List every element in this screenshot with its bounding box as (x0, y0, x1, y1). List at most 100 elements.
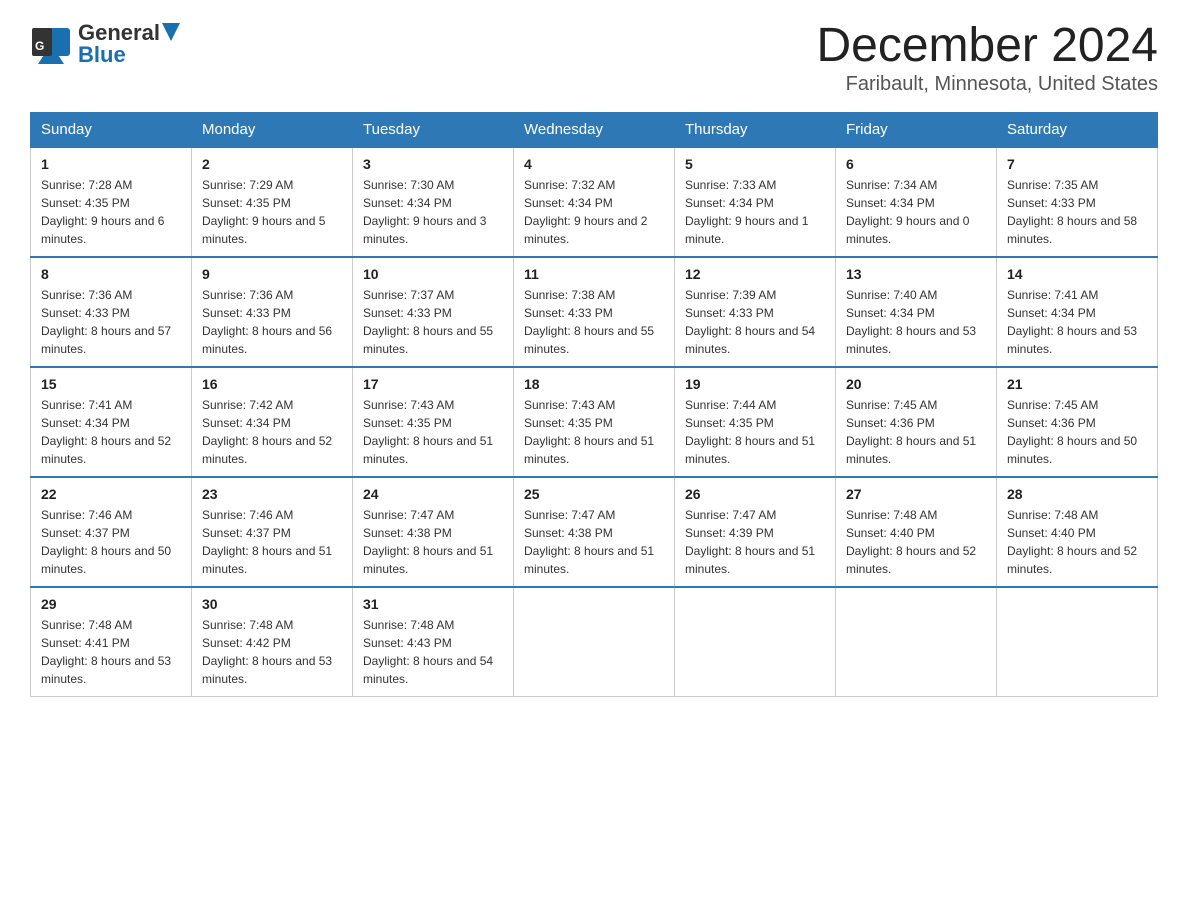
day-info: Sunrise: 7:46 AMSunset: 4:37 PMDaylight:… (202, 506, 342, 578)
calendar-empty-cell (836, 587, 997, 697)
day-number: 15 (41, 376, 181, 392)
calendar-header: SundayMondayTuesdayWednesdayThursdayFrid… (31, 112, 1158, 147)
calendar-day-cell: 30 Sunrise: 7:48 AMSunset: 4:42 PMDayligh… (192, 587, 353, 697)
day-number: 24 (363, 486, 503, 502)
calendar-day-cell: 13 Sunrise: 7:40 AMSunset: 4:34 PMDayligh… (836, 257, 997, 367)
day-info: Sunrise: 7:34 AMSunset: 4:34 PMDaylight:… (846, 176, 986, 248)
weekday-header-sunday: Sunday (31, 112, 192, 147)
logo-icon: G (30, 26, 72, 68)
day-info: Sunrise: 7:48 AMSunset: 4:42 PMDaylight:… (202, 616, 342, 688)
day-info: Sunrise: 7:43 AMSunset: 4:35 PMDaylight:… (524, 396, 664, 468)
day-info: Sunrise: 7:48 AMSunset: 4:40 PMDaylight:… (846, 506, 986, 578)
day-info: Sunrise: 7:48 AMSunset: 4:40 PMDaylight:… (1007, 506, 1147, 578)
day-info: Sunrise: 7:43 AMSunset: 4:35 PMDaylight:… (363, 396, 503, 468)
calendar-day-cell: 22 Sunrise: 7:46 AMSunset: 4:37 PMDayligh… (31, 477, 192, 587)
day-number: 25 (524, 486, 664, 502)
day-number: 8 (41, 266, 181, 282)
calendar-week-row: 29 Sunrise: 7:48 AMSunset: 4:41 PMDayligh… (31, 587, 1158, 697)
day-number: 1 (41, 156, 181, 172)
calendar-day-cell: 17 Sunrise: 7:43 AMSunset: 4:35 PMDayligh… (353, 367, 514, 477)
calendar-day-cell: 26 Sunrise: 7:47 AMSunset: 4:39 PMDayligh… (675, 477, 836, 587)
day-number: 14 (1007, 266, 1147, 282)
day-number: 6 (846, 156, 986, 172)
day-info: Sunrise: 7:30 AMSunset: 4:34 PMDaylight:… (363, 176, 503, 248)
day-info: Sunrise: 7:35 AMSunset: 4:33 PMDaylight:… (1007, 176, 1147, 248)
logo-triangle-icon (162, 23, 180, 41)
calendar-table: SundayMondayTuesdayWednesdayThursdayFrid… (30, 112, 1158, 698)
calendar-day-cell: 21Sunrise: 7:45 AMSunset: 4:36 PMDayligh… (997, 367, 1158, 477)
weekday-header-thursday: Thursday (675, 112, 836, 147)
day-number: 12 (685, 266, 825, 282)
svg-text:G: G (35, 39, 44, 53)
calendar-day-cell: 28 Sunrise: 7:48 AMSunset: 4:40 PMDayligh… (997, 477, 1158, 587)
day-info: Sunrise: 7:39 AMSunset: 4:33 PMDaylight:… (685, 286, 825, 358)
calendar-day-cell: 24Sunrise: 7:47 AMSunset: 4:38 PMDayligh… (353, 477, 514, 587)
logo: G General Blue (30, 20, 180, 68)
day-info: Sunrise: 7:48 AMSunset: 4:41 PMDaylight:… (41, 616, 181, 688)
location-title: Faribault, Minnesota, United States (816, 73, 1158, 96)
calendar-day-cell: 9 Sunrise: 7:36 AMSunset: 4:33 PMDaylight… (192, 257, 353, 367)
calendar-day-cell: 5Sunrise: 7:33 AMSunset: 4:34 PMDaylight… (675, 147, 836, 257)
day-info: Sunrise: 7:44 AMSunset: 4:35 PMDaylight:… (685, 396, 825, 468)
day-number: 2 (202, 156, 342, 172)
calendar-week-row: 22 Sunrise: 7:46 AMSunset: 4:37 PMDayligh… (31, 477, 1158, 587)
calendar-day-cell: 3Sunrise: 7:30 AMSunset: 4:34 PMDaylight… (353, 147, 514, 257)
day-number: 18 (524, 376, 664, 392)
day-number: 21 (1007, 376, 1147, 392)
day-number: 9 (202, 266, 342, 282)
day-number: 17 (363, 376, 503, 392)
day-info: Sunrise: 7:41 AMSunset: 4:34 PMDaylight:… (1007, 286, 1147, 358)
day-info: Sunrise: 7:28 AMSunset: 4:35 PMDaylight:… (41, 176, 181, 248)
day-info: Sunrise: 7:40 AMSunset: 4:34 PMDaylight:… (846, 286, 986, 358)
day-info: Sunrise: 7:46 AMSunset: 4:37 PMDaylight:… (41, 506, 181, 578)
calendar-day-cell: 29 Sunrise: 7:48 AMSunset: 4:41 PMDayligh… (31, 587, 192, 697)
day-number: 10 (363, 266, 503, 282)
calendar-week-row: 1 Sunrise: 7:28 AMSunset: 4:35 PMDaylight… (31, 147, 1158, 257)
calendar-day-cell: 1 Sunrise: 7:28 AMSunset: 4:35 PMDaylight… (31, 147, 192, 257)
day-info: Sunrise: 7:29 AMSunset: 4:35 PMDaylight:… (202, 176, 342, 248)
calendar-empty-cell (514, 587, 675, 697)
month-title: December 2024 (816, 20, 1158, 73)
calendar-day-cell: 12 Sunrise: 7:39 AMSunset: 4:33 PMDayligh… (675, 257, 836, 367)
day-number: 26 (685, 486, 825, 502)
day-info: Sunrise: 7:47 AMSunset: 4:38 PMDaylight:… (524, 506, 664, 578)
day-info: Sunrise: 7:42 AMSunset: 4:34 PMDaylight:… (202, 396, 342, 468)
weekday-header-monday: Monday (192, 112, 353, 147)
day-number: 22 (41, 486, 181, 502)
calendar-day-cell: 18 Sunrise: 7:43 AMSunset: 4:35 PMDayligh… (514, 367, 675, 477)
day-number: 29 (41, 596, 181, 612)
day-info: Sunrise: 7:47 AMSunset: 4:39 PMDaylight:… (685, 506, 825, 578)
day-info: Sunrise: 7:32 AMSunset: 4:34 PMDaylight:… (524, 176, 664, 248)
calendar-day-cell: 8 Sunrise: 7:36 AMSunset: 4:33 PMDaylight… (31, 257, 192, 367)
day-info: Sunrise: 7:36 AMSunset: 4:33 PMDaylight:… (202, 286, 342, 358)
weekday-header-wednesday: Wednesday (514, 112, 675, 147)
calendar-day-cell: 16Sunrise: 7:42 AMSunset: 4:34 PMDayligh… (192, 367, 353, 477)
page-header: G General Blue December 2024 Faribault, … (30, 20, 1158, 96)
day-info: Sunrise: 7:37 AMSunset: 4:33 PMDaylight:… (363, 286, 503, 358)
calendar-day-cell: 19 Sunrise: 7:44 AMSunset: 4:35 PMDayligh… (675, 367, 836, 477)
day-number: 27 (846, 486, 986, 502)
day-number: 19 (685, 376, 825, 392)
day-info: Sunrise: 7:41 AMSunset: 4:34 PMDaylight:… (41, 396, 181, 468)
day-number: 28 (1007, 486, 1147, 502)
logo-text-block: General Blue (78, 20, 180, 68)
weekday-header-saturday: Saturday (997, 112, 1158, 147)
weekday-header-friday: Friday (836, 112, 997, 147)
calendar-body: 1 Sunrise: 7:28 AMSunset: 4:35 PMDaylight… (31, 147, 1158, 697)
calendar-day-cell: 7Sunrise: 7:35 AMSunset: 4:33 PMDaylight… (997, 147, 1158, 257)
calendar-week-row: 15 Sunrise: 7:41 AMSunset: 4:34 PMDayligh… (31, 367, 1158, 477)
calendar-empty-cell (997, 587, 1158, 697)
calendar-day-cell: 31Sunrise: 7:48 AMSunset: 4:43 PMDayligh… (353, 587, 514, 697)
calendar-day-cell: 2 Sunrise: 7:29 AMSunset: 4:35 PMDaylight… (192, 147, 353, 257)
calendar-day-cell: 11Sunrise: 7:38 AMSunset: 4:33 PMDayligh… (514, 257, 675, 367)
calendar-day-cell: 15 Sunrise: 7:41 AMSunset: 4:34 PMDayligh… (31, 367, 192, 477)
day-info: Sunrise: 7:36 AMSunset: 4:33 PMDaylight:… (41, 286, 181, 358)
calendar-day-cell: 6 Sunrise: 7:34 AMSunset: 4:34 PMDaylight… (836, 147, 997, 257)
day-info: Sunrise: 7:38 AMSunset: 4:33 PMDaylight:… (524, 286, 664, 358)
day-number: 13 (846, 266, 986, 282)
day-number: 30 (202, 596, 342, 612)
calendar-empty-cell (675, 587, 836, 697)
weekday-header-tuesday: Tuesday (353, 112, 514, 147)
calendar-day-cell: 4Sunrise: 7:32 AMSunset: 4:34 PMDaylight… (514, 147, 675, 257)
calendar-day-cell: 27 Sunrise: 7:48 AMSunset: 4:40 PMDayligh… (836, 477, 997, 587)
